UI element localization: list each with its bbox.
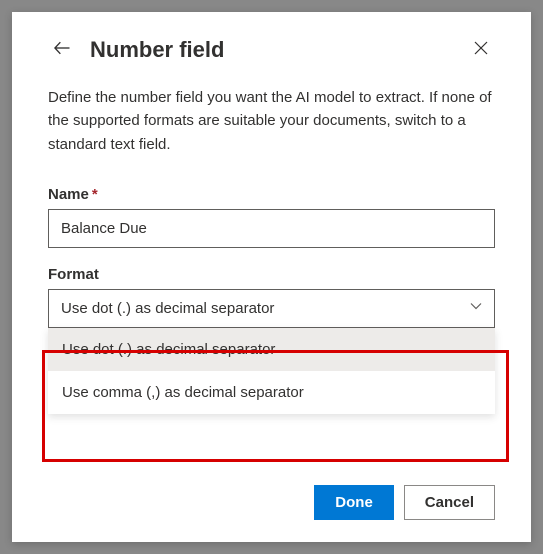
close-icon [473,40,489,61]
format-select-wrap: Use dot (.) as decimal separator Use dot… [48,289,495,328]
close-button[interactable] [467,36,495,64]
panel-description: Define the number field you want the AI … [48,86,495,156]
panel-header: Number field [48,36,495,64]
chevron-down-icon [469,299,483,317]
number-field-panel: Number field Define the number field you… [12,12,531,542]
done-button[interactable]: Done [314,485,394,520]
panel-title: Number field [90,37,467,63]
format-option-comma[interactable]: Use comma (,) as decimal separator [48,371,495,414]
format-option-dot[interactable]: Use dot (.) as decimal separator [48,328,495,371]
name-label-text: Name [48,186,89,203]
format-label: Format [48,266,495,283]
panel-footer: Done Cancel [314,485,495,520]
cancel-button[interactable]: Cancel [404,485,495,520]
format-dropdown-list: Use dot (.) as decimal separator Use com… [48,328,495,414]
format-selected-text: Use dot (.) as decimal separator [61,300,274,317]
name-input[interactable] [48,209,495,248]
required-indicator: * [92,186,98,203]
name-label: Name* [48,186,495,203]
back-button[interactable] [48,36,76,64]
format-select[interactable]: Use dot (.) as decimal separator [48,289,495,328]
arrow-left-icon [52,38,72,63]
